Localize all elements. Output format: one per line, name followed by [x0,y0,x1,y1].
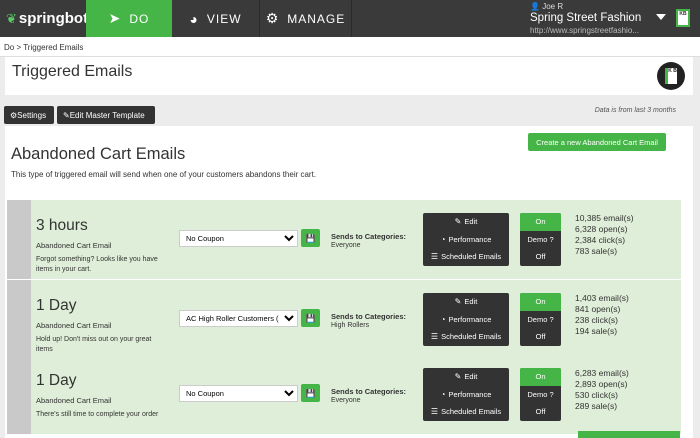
question-icon: ? [549,314,554,324]
chevron-down-icon[interactable] [656,14,666,20]
email-actions: ✎ Edit ◔ Performance ☰ Scheduled Emails [423,213,509,266]
status-toggle: On Demo ? Off [520,293,561,346]
account-store: Spring Street Fashion [530,12,642,24]
email-kind: Abandoned Cart Email [36,321,112,330]
springbot-logo[interactable]: ❦ springbot [0,0,88,37]
account-switcher[interactable]: 👤 Joe R Spring Street Fashion http://www… [530,2,670,35]
list-icon: ☰ [430,407,439,417]
paper-plane-icon: ➤ [108,10,122,26]
nav-manage[interactable]: ⚙ MANAGE [260,0,352,37]
email-row: 1 Day Abandoned Cart Email Hold up! Don'… [7,280,681,359]
save-icon: 💾 [305,388,316,398]
leaf-icon: ❦ [6,10,17,26]
scheduled-emails-button[interactable]: ☰ Scheduled Emails [423,328,509,346]
email-actions: ✎ Edit ◔ Performance ☰ Scheduled Emails [423,293,509,346]
coupon-select[interactable]: No Coupon [179,230,298,247]
edit-master-template-button[interactable]: ✎ Edit Master Template [57,106,155,124]
knowledge-base-icon[interactable]: KB [676,9,690,27]
email-stats: 1,403 email(s) 841 open(s) 238 click(s) … [575,293,629,336]
email-delay: 3 hours [36,217,88,234]
edit-icon: ✎ [63,110,70,120]
dashboard-icon: ◔ [440,389,446,399]
account-user: 👤 Joe R [530,2,564,11]
user-icon: 👤 [530,2,540,11]
email-subject: There's still time to complete your orde… [36,411,159,418]
scheduled-emails-button[interactable]: ☰ Scheduled Emails [423,248,509,266]
list-icon: ☰ [430,252,439,262]
breadcrumb[interactable]: Do > Triggered Emails [0,37,700,57]
save-icon: 💾 [305,313,316,323]
section-description: This type of triggered email will send w… [11,170,317,179]
scheduled-emails-button[interactable]: ☰ Scheduled Emails [423,403,509,421]
email-row: 3 hours Abandoned Cart Email Forgot some… [7,200,681,279]
performance-button[interactable]: ◔ Performance [423,386,509,404]
toggle-off[interactable]: Off [520,328,561,346]
next-row-button[interactable] [578,431,680,438]
drag-handle[interactable] [7,200,31,279]
toggle-on[interactable]: On [520,213,561,231]
toggle-on[interactable]: On [520,368,561,386]
pie-chart-icon: ◕ [189,10,199,27]
email-subject: Forgot something? Looks like you have it… [36,256,158,273]
list-icon: ☰ [430,332,439,342]
status-toggle: On Demo ? Off [520,213,561,266]
save-coupon-button[interactable]: 💾 [301,384,320,402]
save-coupon-button[interactable]: 💾 [301,229,320,247]
coupon-select[interactable]: No Coupon [179,385,298,402]
toggle-on[interactable]: On [520,293,561,311]
question-icon: ? [549,234,554,244]
edit-icon: ✎ [454,372,462,382]
toggle-demo[interactable]: Demo ? [520,311,561,329]
sends-to-value: Everyone [331,242,361,249]
section-title: Abandoned Cart Emails [11,145,186,163]
gears-icon: ⚙ [265,10,280,26]
page-header: Triggered Emails K B [5,57,693,95]
sends-to-label: Sends to Categories: [331,312,407,321]
email-actions: ✎ Edit ◔ Performance ☰ Scheduled Emails [423,368,509,421]
save-coupon-button[interactable]: 💾 [301,309,320,327]
book-icon: K B [665,68,677,84]
data-range-note: Data is from last 3 months [594,107,676,114]
edit-button[interactable]: ✎ Edit [423,368,509,386]
email-delay: 1 Day [36,372,77,389]
top-navbar: ❦ springbot ➤ DO ◕ VIEW ⚙ MANAGE 👤 Joe R Spr… [0,0,700,37]
drag-handle[interactable] [7,355,31,434]
email-stats: 10,385 email(s) 6,328 open(s) 2,384 clic… [575,213,634,256]
edit-button[interactable]: ✎ Edit [423,213,509,231]
edit-button[interactable]: ✎ Edit [423,293,509,311]
performance-button[interactable]: ◔ Performance [423,231,509,249]
toggle-demo[interactable]: Demo ? [520,231,561,249]
question-icon: ? [549,389,554,399]
toggle-demo[interactable]: Demo ? [520,386,561,404]
performance-button[interactable]: ◔ Performance [423,311,509,329]
email-subject: Hold up! Don't miss out on your great it… [36,336,152,353]
status-toggle: On Demo ? Off [520,368,561,421]
sends-to-label: Sends to Categories: [331,387,407,396]
edit-icon: ✎ [454,217,462,227]
edit-icon: ✎ [454,297,462,307]
gear-icon: ⚙ [10,110,18,120]
save-icon: 💾 [305,233,316,243]
email-stats: 6,283 email(s) 2,893 open(s) 530 click(s… [575,368,629,411]
sends-to-value: Everyone [331,397,361,404]
kb-help-button[interactable]: K B [657,62,685,90]
page-title: Triggered Emails [12,63,133,80]
account-url: http://www.springstreetfashio... [530,26,639,35]
email-kind: Abandoned Cart Email [36,396,112,405]
toggle-off[interactable]: Off [520,403,561,421]
drag-handle[interactable] [7,280,31,359]
email-delay: 1 Day [36,297,77,314]
sends-to-label: Sends to Categories: [331,232,407,241]
toggle-off[interactable]: Off [520,248,561,266]
create-abandoned-cart-button[interactable]: Create a new Abandoned Cart Email [528,133,666,151]
sends-to-value: High Rollers [331,322,370,329]
nav-do[interactable]: ➤ DO [86,0,172,37]
email-kind: Abandoned Cart Email [36,241,112,250]
dashboard-icon: ◔ [440,234,446,244]
email-row: 1 Day Abandoned Cart Email There's still… [7,355,681,434]
nav-view[interactable]: ◕ VIEW [172,0,260,37]
coupon-select[interactable]: AC High Roller Customers (20%) [179,310,298,327]
settings-button[interactable]: ⚙ Settings [4,106,54,124]
dashboard-icon: ◔ [440,314,446,324]
